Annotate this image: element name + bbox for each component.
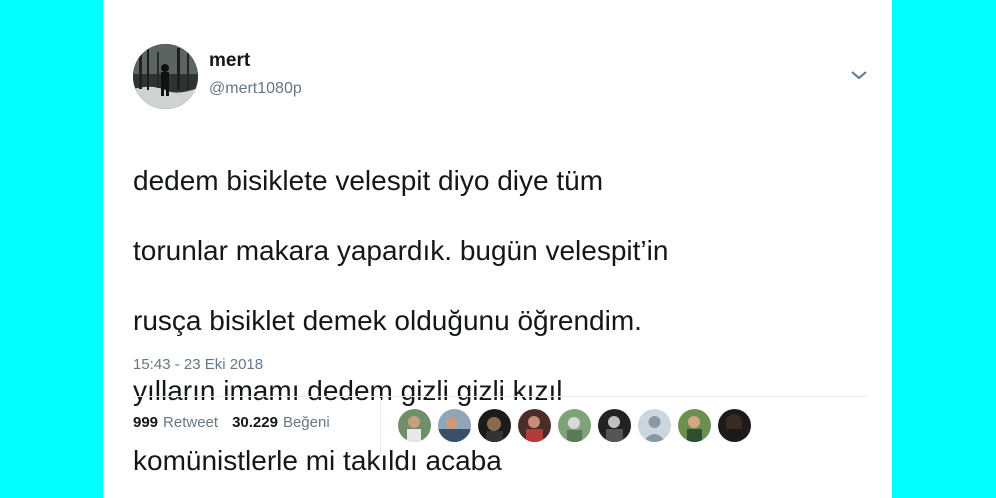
liker-avatar[interactable] — [517, 408, 552, 443]
liker-avatar[interactable] — [477, 408, 512, 443]
chevron-down-icon[interactable] — [850, 66, 868, 84]
liker-avatar[interactable] — [677, 408, 712, 443]
tweet-timestamp[interactable]: 15:43 - 23 Eki 2018 — [133, 356, 263, 373]
liker-avatar[interactable] — [437, 408, 472, 443]
engagement-stats: 999 Retweet 30.229 Beğeni — [133, 414, 330, 431]
stats-separator — [380, 398, 381, 455]
display-name[interactable]: mert — [209, 50, 250, 72]
liker-avatar[interactable] — [717, 408, 752, 443]
tweet-text-line: yılların imamı dedem gizli gizli kızıl — [133, 375, 563, 406]
like-label: Beğeni — [282, 414, 330, 431]
divider-top — [133, 396, 868, 397]
retweet-stat[interactable]: 999 Retweet — [133, 414, 218, 431]
tweet-text-line: dedem bisiklete velespit diyo diye tüm — [133, 165, 604, 196]
tweet-text-line: torunlar makara yapardık. bugün velespit… — [133, 235, 669, 266]
tweet-card: mert @mert1080p dedem bisiklete velespit… — [103, 0, 892, 498]
liker-avatar[interactable] — [397, 408, 432, 443]
avatar[interactable] — [133, 44, 198, 109]
tweet-text-line: rusça bisiklet demek olduğunu öğrendim. — [133, 305, 642, 336]
like-stat[interactable]: 30.229 Beğeni — [232, 414, 330, 431]
page-background: mert @mert1080p dedem bisiklete velespit… — [0, 0, 996, 498]
tweet-text-line: komünistlerle mi takıldı acaba — [133, 445, 502, 476]
retweet-label: Retweet — [163, 414, 219, 431]
avatar-image — [133, 44, 198, 109]
liker-avatar[interactable] — [597, 408, 632, 443]
retweet-count: 999 — [133, 414, 159, 431]
liker-avatar[interactable] — [637, 408, 672, 443]
user-handle[interactable]: @mert1080p — [209, 80, 302, 98]
liker-avatars — [397, 408, 757, 443]
like-count: 30.229 — [232, 414, 278, 431]
liker-avatar[interactable] — [557, 408, 592, 443]
